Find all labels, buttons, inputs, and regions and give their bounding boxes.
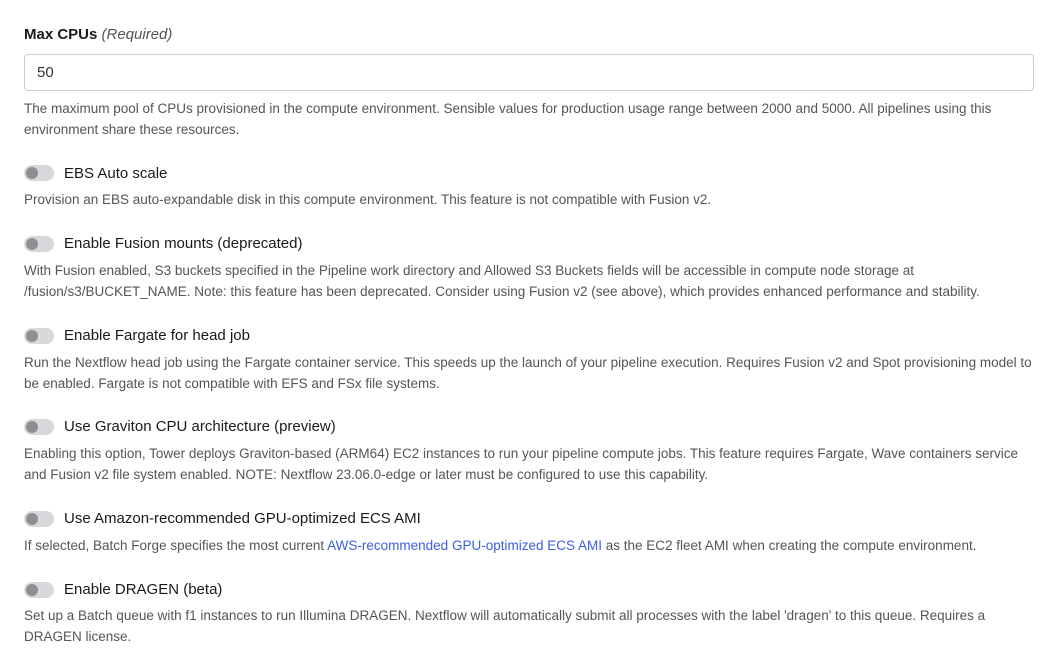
gpu-ami-help-prefix: If selected, Batch Forge specifies the m… xyxy=(24,538,327,553)
dragen-help: Set up a Batch queue with f1 instances t… xyxy=(24,606,1034,648)
ebs-auto-scale-label: EBS Auto scale xyxy=(64,163,167,185)
gpu-ami-toggle[interactable] xyxy=(24,511,54,527)
toggle-knob-icon xyxy=(26,584,38,596)
max-cpus-help: The maximum pool of CPUs provisioned in … xyxy=(24,99,1034,141)
toggle-knob-icon xyxy=(26,421,38,433)
gpu-ami-help-suffix: as the EC2 fleet AMI when creating the c… xyxy=(602,538,976,553)
fargate-head-label: Enable Fargate for head job xyxy=(64,325,250,347)
dragen-toggle[interactable] xyxy=(24,582,54,598)
max-cpus-label: Max CPUs (Required) xyxy=(24,24,1034,46)
ebs-auto-scale-toggle[interactable] xyxy=(24,165,54,181)
max-cpus-title: Max CPUs xyxy=(24,26,97,43)
gpu-ami-help: If selected, Batch Forge specifies the m… xyxy=(24,536,1034,557)
dragen-label: Enable DRAGEN (beta) xyxy=(64,579,222,601)
graviton-help: Enabling this option, Tower deploys Grav… xyxy=(24,444,1034,486)
gpu-ami-link[interactable]: AWS-recommended GPU-optimized ECS AMI xyxy=(327,538,602,553)
gpu-ami-label: Use Amazon-recommended GPU-optimized ECS… xyxy=(64,508,421,530)
ebs-auto-scale-help: Provision an EBS auto-expandable disk in… xyxy=(24,190,1034,211)
toggle-knob-icon xyxy=(26,513,38,525)
toggle-knob-icon xyxy=(26,330,38,342)
fusion-mounts-toggle[interactable] xyxy=(24,236,54,252)
fargate-head-toggle[interactable] xyxy=(24,328,54,344)
graviton-toggle[interactable] xyxy=(24,419,54,435)
graviton-label: Use Graviton CPU architecture (preview) xyxy=(64,416,336,438)
toggle-knob-icon xyxy=(26,167,38,179)
fusion-mounts-label: Enable Fusion mounts (deprecated) xyxy=(64,233,302,255)
required-tag: (Required) xyxy=(102,26,173,43)
toggle-knob-icon xyxy=(26,238,38,250)
fusion-mounts-help: With Fusion enabled, S3 buckets specifie… xyxy=(24,261,1034,303)
fargate-head-help: Run the Nextflow head job using the Farg… xyxy=(24,353,1034,395)
max-cpus-input[interactable] xyxy=(24,54,1034,91)
